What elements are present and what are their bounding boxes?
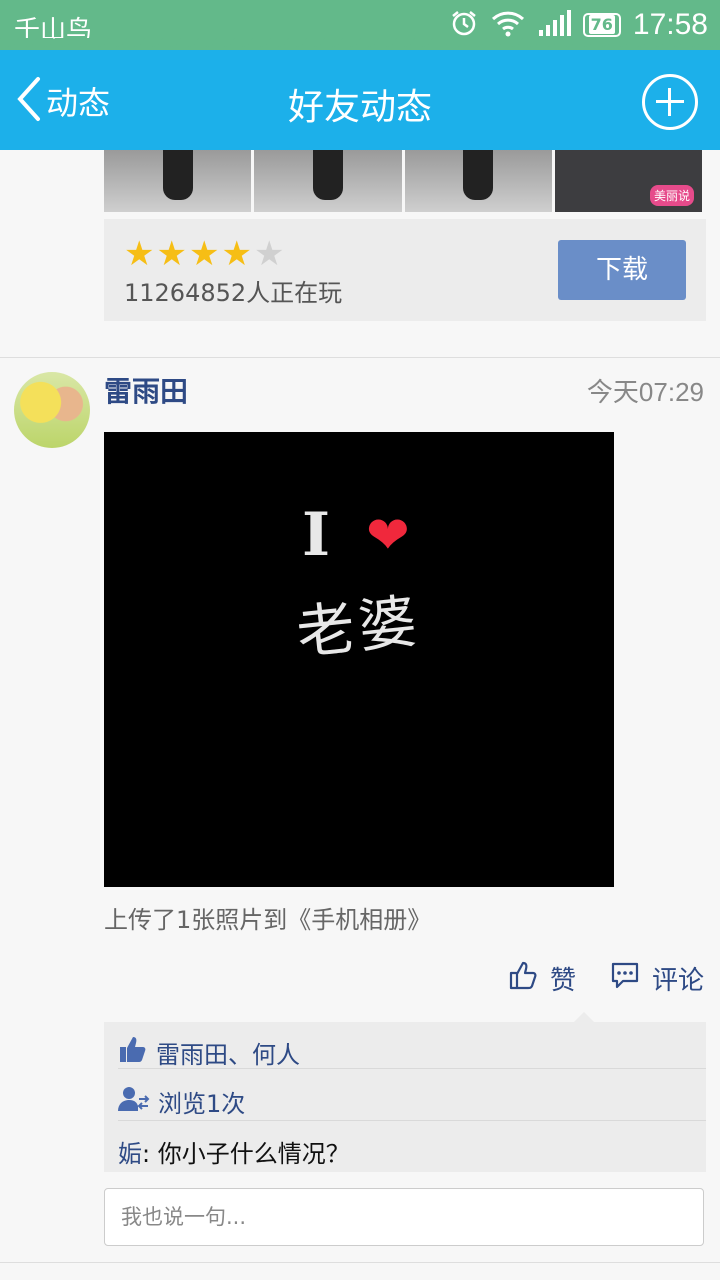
likes-row[interactable]: 雷雨田、何人 [118, 1034, 300, 1070]
likes-text: 雷雨田、何人 [156, 1040, 300, 1069]
game-screenshot [404, 150, 552, 212]
download-button[interactable]: 下载 [558, 240, 686, 300]
clock: 17:58 [632, 8, 708, 41]
game-screenshots[interactable]: 美丽说 [104, 150, 702, 212]
app-logo-badge: 美丽说 [649, 185, 694, 206]
game-card: ★ ★ ★ ★ ★ 11264852人正在玩 下载 [104, 219, 706, 321]
comment-text: : 你小子什么情况？ [142, 1140, 350, 1168]
player-count: 11264852人正在玩 [124, 279, 343, 307]
star-empty-icon: ★ [253, 234, 285, 274]
views-text: 浏览1次 [158, 1090, 246, 1118]
title-bar: 动态 好友动态 [0, 50, 720, 150]
comment-row[interactable]: 姤: 你小子什么情况？ [118, 1134, 350, 1169]
post-time: 今天07:29 [586, 377, 704, 407]
post-actions: 赞 评论 [508, 960, 704, 997]
photo-handwriting: 老婆 [293, 586, 424, 668]
game-screenshot [104, 150, 252, 212]
comment-button[interactable]: 评论 [610, 960, 704, 997]
battery-icon: 76 [582, 13, 621, 37]
next-post-divider [0, 1262, 720, 1263]
avatar[interactable] [14, 372, 90, 448]
comments-separator [118, 1068, 706, 1069]
post-caption: 上传了1张照片到《手机相册》 [104, 906, 432, 934]
battery-level: 76 [588, 15, 615, 34]
rating-stars: ★ ★ ★ ★ ★ [124, 237, 284, 271]
status-bar: 千山鸟 76 17:58 [0, 0, 720, 52]
user-views-icon [118, 1085, 150, 1119]
star-icon: ★ [156, 234, 187, 274]
comment-label: 评论 [651, 966, 704, 996]
comment-input[interactable] [104, 1188, 704, 1246]
comment-icon [610, 960, 640, 997]
comments-panel: 雷雨田、何人 浏览1次 姤: 你小子什么情况？ [104, 1022, 706, 1172]
views-row: 浏览1次 [118, 1084, 245, 1119]
signal-icon [537, 10, 571, 40]
game-screenshot: 美丽说 [554, 150, 702, 212]
status-icons: 76 17:58 [449, 8, 708, 42]
add-button[interactable] [642, 74, 698, 130]
alarm-icon [449, 8, 479, 42]
game-screenshot [254, 150, 402, 212]
post-photo[interactable]: I ❤ 老婆 [104, 432, 614, 887]
thumbs-up-filled-icon [118, 1034, 148, 1070]
wifi-icon [491, 9, 525, 41]
like-button[interactable]: 赞 [508, 960, 576, 997]
star-icon: ★ [124, 234, 155, 274]
commenter-name[interactable]: 姤 [118, 1140, 142, 1168]
photo-letter-i: I [302, 500, 331, 570]
thumbs-up-icon [508, 960, 538, 997]
page-title: 好友动态 [287, 87, 432, 128]
comments-caret [574, 1012, 594, 1022]
post-divider [0, 357, 720, 358]
comments-separator [118, 1120, 706, 1121]
star-icon: ★ [221, 234, 252, 274]
heart-icon: ❤ [366, 506, 410, 566]
like-label: 赞 [549, 966, 576, 996]
post-author[interactable]: 雷雨田 [104, 370, 188, 410]
star-icon: ★ [188, 234, 220, 274]
